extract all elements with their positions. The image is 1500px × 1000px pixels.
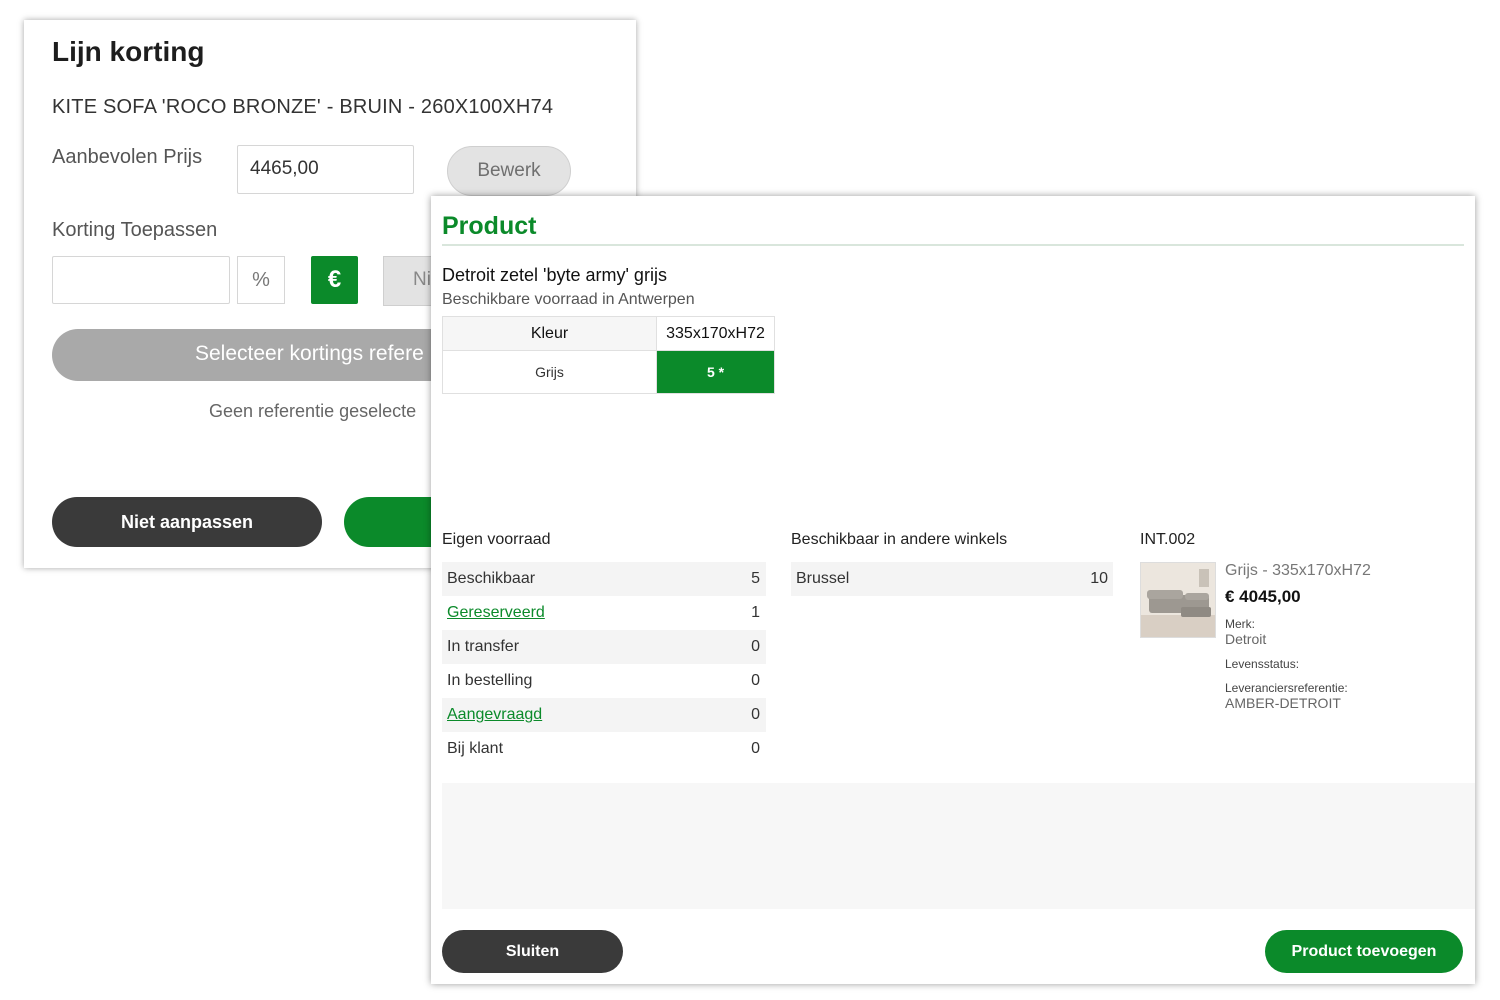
list-item: Beschikbaar 5 (442, 562, 766, 596)
list-item: Bij klant 0 (442, 732, 766, 766)
list-item: In bestelling 0 (442, 664, 766, 698)
dialog-title: Product (442, 212, 537, 240)
discount-input[interactable] (52, 256, 230, 304)
list-item: Aangevraagd 0 (442, 698, 766, 732)
stock-value: 0 (751, 638, 760, 655)
own-stock-list: Beschikbaar 5 Gereserveerd 1 In transfer… (442, 562, 766, 766)
own-stock-heading: Eigen voorraad (442, 531, 551, 548)
product-thumbnail (1140, 562, 1216, 638)
stock-label-on-order: In bestelling (447, 672, 533, 689)
product-dialog: Product Detroit zetel 'byte army' grijs … (431, 196, 1475, 984)
list-item: In transfer 0 (442, 630, 766, 664)
edit-button[interactable]: Bewerk (447, 146, 571, 196)
no-reference-text: Geen referentie geselecte (209, 401, 417, 421)
percent-toggle[interactable]: % (237, 256, 285, 304)
stock-label-in-transfer: In transfer (447, 638, 520, 655)
product-name: KITE SOFA 'ROCO BRONZE' - BRUIN - 260X10… (52, 96, 554, 118)
stock-value: 0 (751, 672, 760, 689)
stock-label-available: Beschikbaar (447, 570, 536, 587)
close-button[interactable]: Sluiten (442, 930, 623, 973)
column-header-color: Kleur (442, 316, 657, 351)
recommended-price-input[interactable]: 4465,00 (237, 145, 414, 194)
supplier-reference-label: Leveranciersreferentie: (1225, 681, 1348, 695)
supplier-reference-value: AMBER-DETROIT (1225, 695, 1341, 711)
column-header-size: 335x170xH72 (656, 316, 775, 351)
variant-stock-table: Kleur 335x170xH72 Grijs 5 * (442, 316, 775, 394)
euro-toggle[interactable]: € (311, 256, 358, 304)
availability-text: Beschikbare voorraad in Antwerpen (442, 291, 695, 308)
other-stores-heading: Beschikbaar in andere winkels (791, 531, 1008, 548)
stock-link-requested[interactable]: Aangevraagd (447, 706, 542, 724)
dialog-title: Lijn korting (52, 36, 205, 67)
store-name: Brussel (796, 570, 850, 587)
title-divider (442, 244, 1464, 246)
add-product-button[interactable]: Product toevoegen (1265, 930, 1463, 973)
stock-value: 1 (751, 604, 760, 621)
stock-value: 0 (751, 706, 760, 723)
product-name: Detroit zetel 'byte army' grijs (442, 265, 667, 285)
store-stock-value: 10 (1090, 570, 1108, 587)
apply-discount-label: Korting Toepassen (52, 219, 218, 241)
product-code: INT.002 (1140, 531, 1196, 548)
do-not-adjust-button[interactable]: Niet aanpassen (52, 497, 322, 547)
stock-value: 0 (751, 740, 760, 757)
stock-link-reserved[interactable]: Gereserveerd (447, 604, 545, 622)
recommended-price-label: Aanbevolen Prijs (52, 146, 203, 168)
list-item: Brussel 10 (791, 562, 1113, 596)
brand-label: Merk: (1225, 617, 1255, 631)
stock-value: 5 (751, 570, 760, 587)
variant-stock-cell[interactable]: 5 * (656, 350, 775, 394)
footer-area (442, 783, 1475, 909)
product-variant: Grijs - 335x170xH72 (1225, 562, 1371, 579)
lifecycle-label: Levensstatus: (1225, 657, 1300, 671)
variant-color-cell: Grijs (442, 350, 657, 394)
brand-value: Detroit (1225, 631, 1267, 647)
stock-label-at-customer: Bij klant (447, 740, 504, 757)
product-price: € 4045,00 (1225, 587, 1301, 606)
list-item: Gereserveerd 1 (442, 596, 766, 630)
other-stores-list: Brussel 10 (791, 562, 1113, 596)
